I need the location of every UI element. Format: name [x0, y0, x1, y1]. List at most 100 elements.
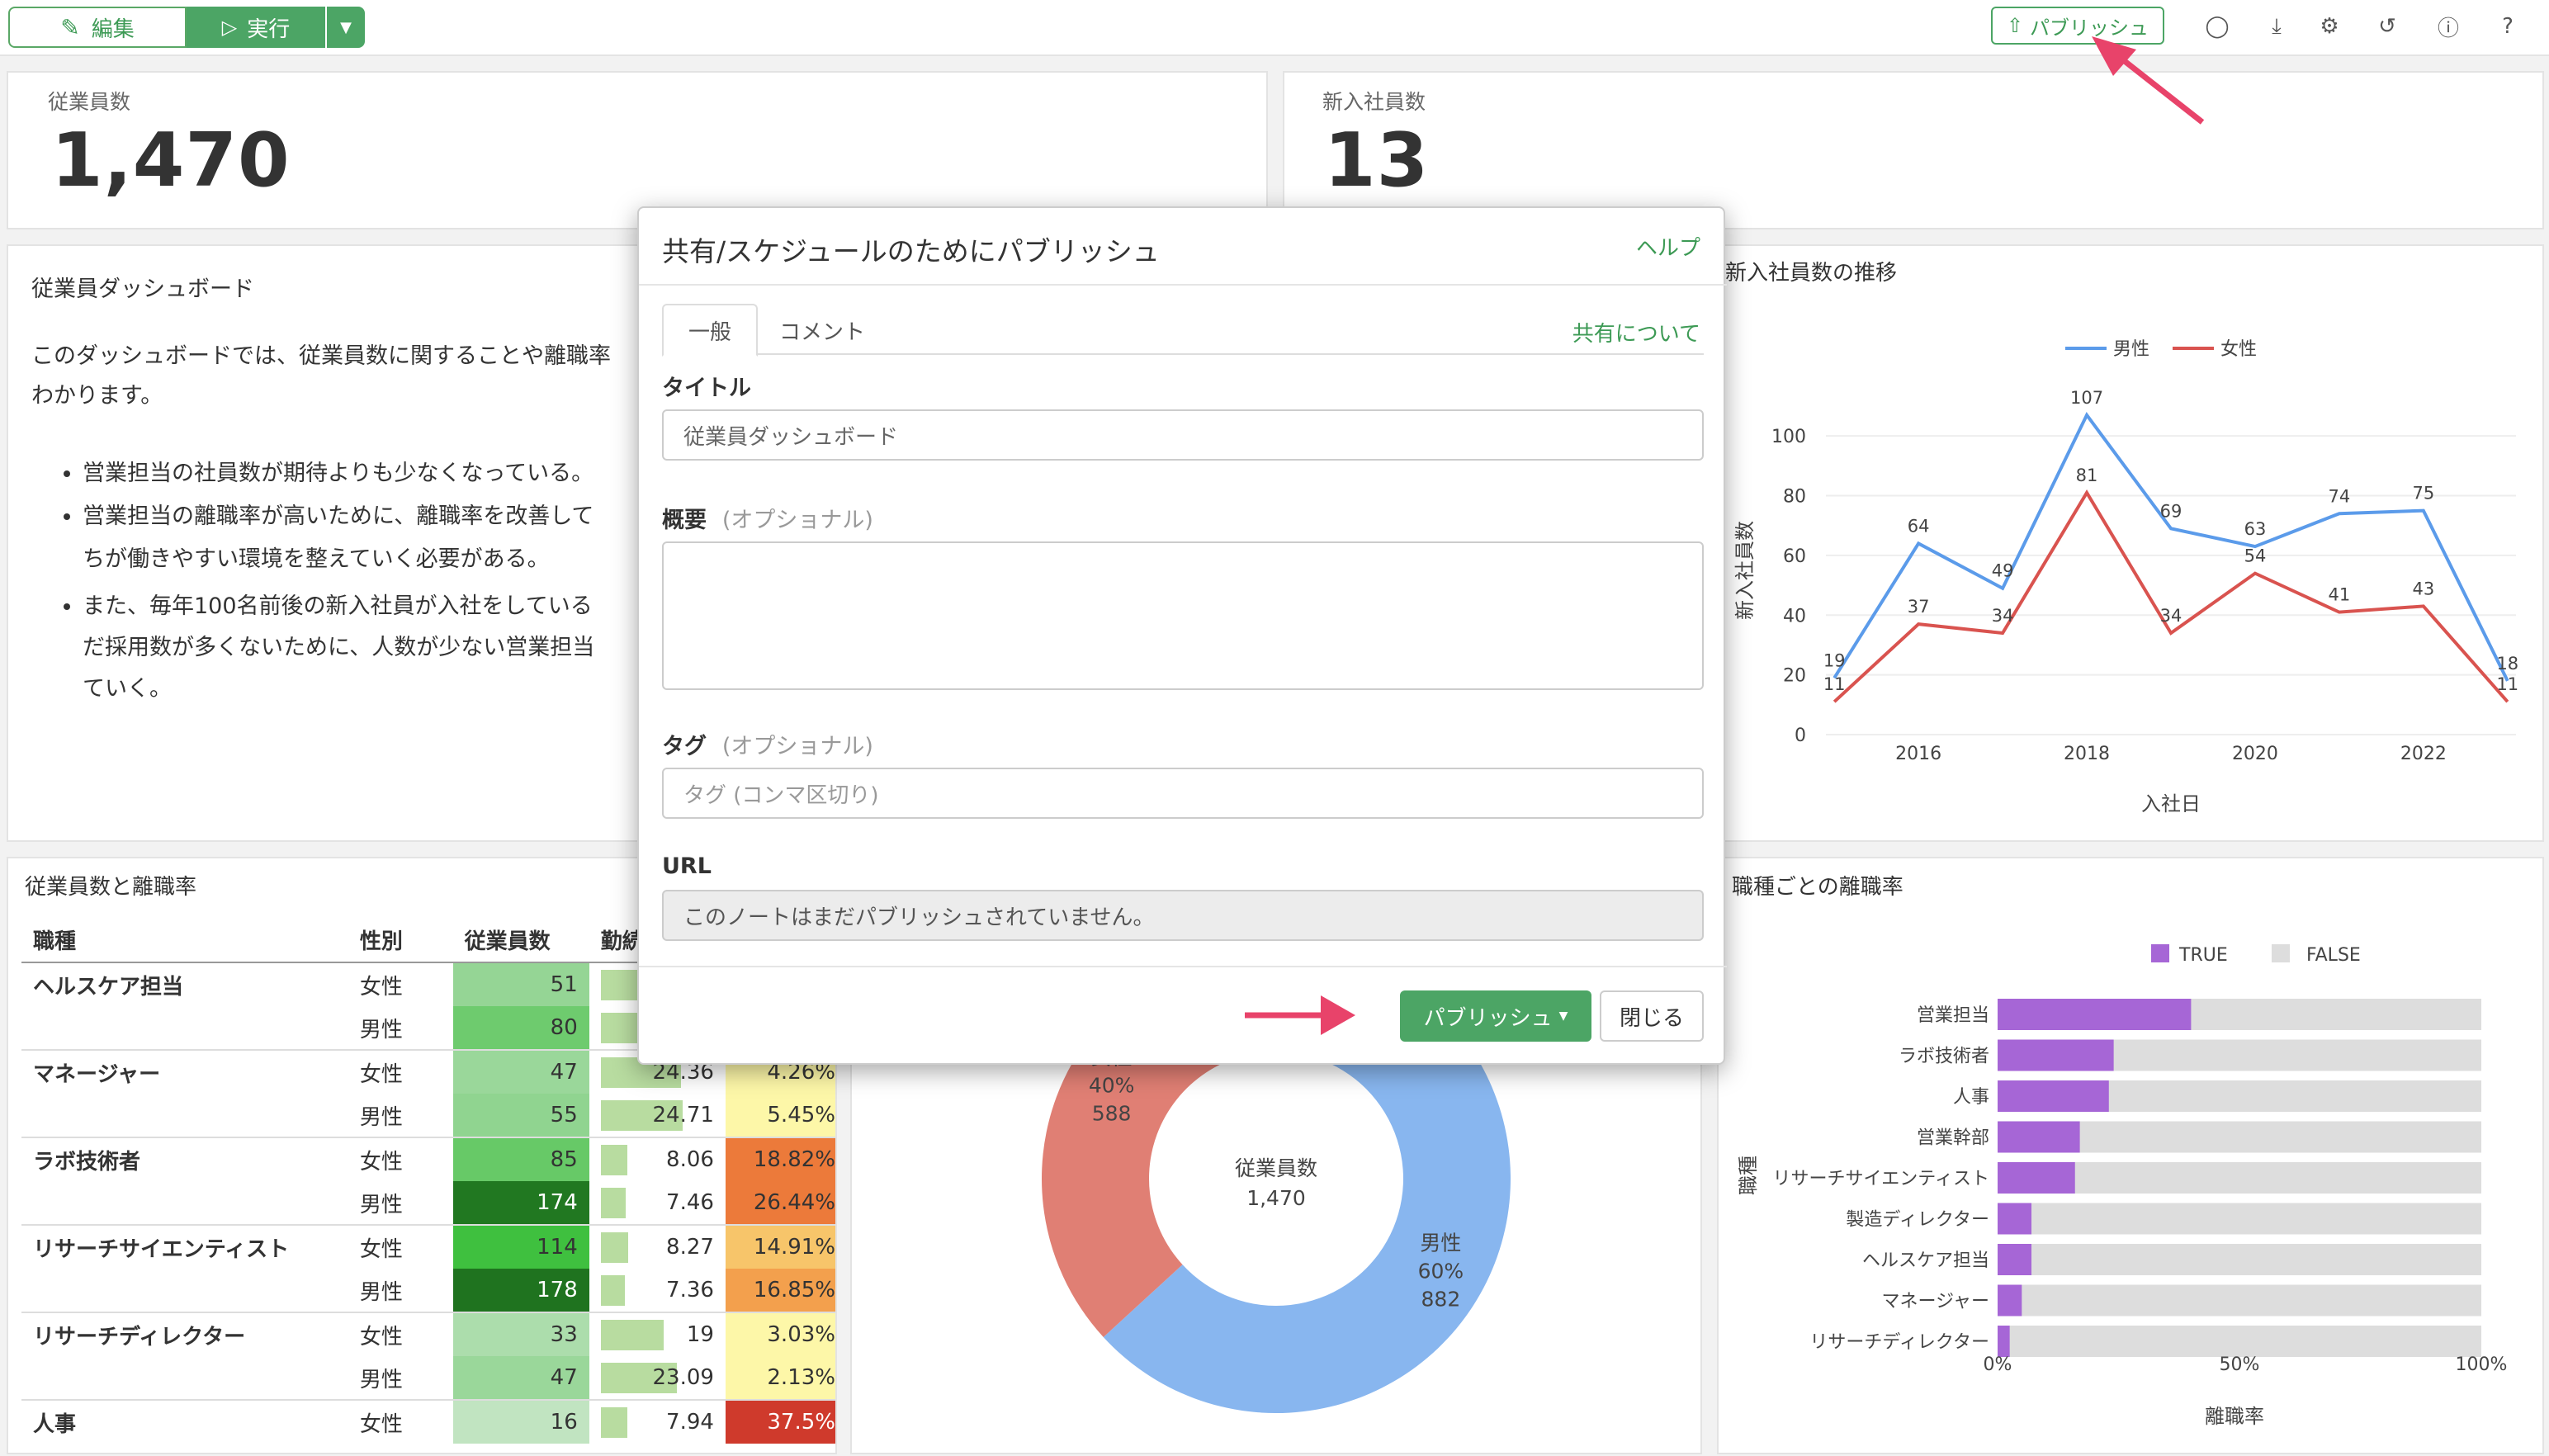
info-icon[interactable]: ⓘ [2432, 10, 2465, 43]
gender-cell: 男性 [359, 1279, 403, 1305]
slice-label: 40% [1089, 1073, 1135, 1097]
tenure-cell: 8.06 [589, 1137, 726, 1181]
data-label: 43 [2412, 579, 2434, 598]
gender-cell: 女性 [359, 1149, 403, 1175]
run-dropdown-button[interactable]: ▼ [327, 7, 365, 48]
role-cell [21, 1006, 348, 1050]
publish-top-button[interactable]: ⇧ パブリッシュ [1991, 7, 2164, 45]
rate-cell: 3.03% [725, 1312, 835, 1356]
history-icon[interactable]: ↺ [2371, 10, 2404, 43]
bar-false [1998, 1203, 2481, 1235]
bar-true [1998, 1326, 2010, 1357]
data-label: 41 [2329, 585, 2351, 605]
count-cell: 80 [452, 1006, 589, 1050]
rate-cell: 37.5% [725, 1400, 835, 1444]
tenure-cell: 23.09 [589, 1356, 726, 1400]
category-label: リサーチディレクター [1809, 1332, 1989, 1353]
tenure-value: 7.46 [666, 1190, 714, 1215]
url-field: このノートはまだパブリッシュされていません。 [662, 890, 1704, 941]
role-cell: リサーチサイエンティスト [33, 1236, 290, 1262]
series-line [1833, 412, 2509, 682]
tenure-cell: 19 [589, 1312, 726, 1356]
data-label: 64 [1908, 516, 1930, 536]
tenure-bar [600, 1407, 627, 1438]
center-value: 1,470 [1246, 1186, 1306, 1210]
tenure-bar [600, 1232, 628, 1263]
tab-general[interactable]: 一般 [662, 304, 758, 357]
divider [639, 284, 1727, 286]
kpi-value: 1,470 [51, 117, 291, 204]
legend-label: TRUE [2178, 945, 2228, 966]
y-tick-label: 0 [1795, 726, 1806, 746]
help-link[interactable]: ヘルプ [1636, 231, 1700, 262]
play-icon: ▷ [221, 16, 238, 39]
count-cell: 51 [452, 962, 589, 1006]
tenure-cell: 8.27 [589, 1225, 726, 1269]
legend-swatch [2151, 944, 2169, 962]
close-button[interactable]: 閉じる [1600, 990, 1704, 1042]
data-label: 19 [1823, 650, 1846, 670]
role-cell [21, 1181, 348, 1225]
publish-button[interactable]: パブリッシュ ▼ [1400, 990, 1591, 1042]
table-header[interactable]: 従業員数 [452, 918, 589, 963]
y-tick-label: 80 [1783, 487, 1806, 508]
category-label: 営業担当 [1917, 1005, 1989, 1026]
edit-icon: ✎ [60, 13, 80, 41]
count-cell: 47 [452, 1050, 589, 1094]
bar-true [1998, 1203, 2032, 1235]
bar-chart-panel: 職種ごとの離職率 TRUE FALSE 営業担当 ラボ技術者 人事 営業幹部 リサーチサイエ… [1717, 857, 2544, 1454]
count-cell: 47 [452, 1356, 589, 1400]
gender-cell: 女性 [359, 1061, 403, 1087]
edit-button[interactable]: ✎ 編集 [8, 7, 187, 48]
panel-title: 従業員数と離職率 [25, 875, 197, 900]
rate-cell: 5.45% [725, 1094, 835, 1137]
role-cell: ヘルスケア担当 [33, 974, 184, 1000]
table-header[interactable]: 性別 [348, 918, 453, 963]
x-axis-label: 入社日 [2141, 792, 2201, 815]
caret-down-icon: ▼ [1558, 1009, 1568, 1023]
publish-modal: 共有/スケジュールのためにパブリッシュ ヘルプ 一般 コメント 共有について タ… [637, 206, 1727, 1065]
summary-textarea[interactable] [662, 541, 1704, 690]
table-header[interactable]: 職種 [21, 918, 348, 963]
category-label: ヘルスケア担当 [1862, 1250, 1989, 1271]
gender-cell: 女性 [359, 1236, 403, 1262]
category-label: 人事 [1953, 1087, 1989, 1108]
count-cell: 114 [452, 1225, 589, 1269]
help-icon[interactable]: ? [2491, 10, 2524, 43]
comment-icon[interactable]: ◯ [2201, 10, 2234, 43]
tenure-cell: 24.71 [589, 1094, 726, 1137]
gender-cell: 男性 [359, 1017, 403, 1042]
tenure-cell: 7.94 [589, 1400, 726, 1444]
data-label: 34 [2160, 606, 2182, 626]
tenure-bar [600, 1320, 664, 1350]
divider [639, 966, 1727, 967]
bar-true [1998, 1244, 2032, 1275]
bar-chart: TRUE FALSE 営業担当ラボ技術者人事営業幹部リサーチサイエンティスト製造ディ… [1737, 944, 2508, 1428]
bar-true [1998, 1162, 2075, 1194]
title-input[interactable]: 従業員ダッシュボード [662, 409, 1704, 461]
url-label: URL [662, 853, 712, 879]
x-tick-label: 0% [1984, 1354, 2012, 1375]
x-tick-label: 2018 [2064, 744, 2110, 764]
tenure-value: 23.09 [652, 1365, 714, 1390]
slice-label: 男性 [1420, 1231, 1461, 1255]
count-cell: 174 [452, 1181, 589, 1225]
gender-cell: 女性 [359, 1411, 403, 1437]
download-icon[interactable]: ⤓ [2260, 10, 2293, 43]
x-tick-label: 2022 [2400, 744, 2447, 764]
edit-label: 編集 [91, 17, 135, 42]
x-tick-label: 100% [2456, 1354, 2508, 1375]
y-tick-label: 100 [1771, 427, 1806, 447]
data-label: 54 [2244, 546, 2267, 566]
data-label: 69 [2160, 501, 2182, 521]
run-button[interactable]: ▷ 実行 [187, 7, 325, 48]
tags-input[interactable]: タグ (コンマ区切り) [662, 768, 1704, 819]
x-tick-label: 2016 [1895, 744, 1941, 764]
bar-false [1998, 1326, 2481, 1357]
about-sharing-link[interactable]: 共有について [1572, 317, 1700, 347]
gear-icon[interactable]: ⚙ [2313, 10, 2346, 43]
category-label: 製造ディレクター [1846, 1210, 1989, 1231]
tab-comment[interactable]: コメント [779, 304, 865, 357]
slice-label: 588 [1092, 1101, 1132, 1125]
y-axis-label: 新入社員数 [1733, 521, 1757, 620]
